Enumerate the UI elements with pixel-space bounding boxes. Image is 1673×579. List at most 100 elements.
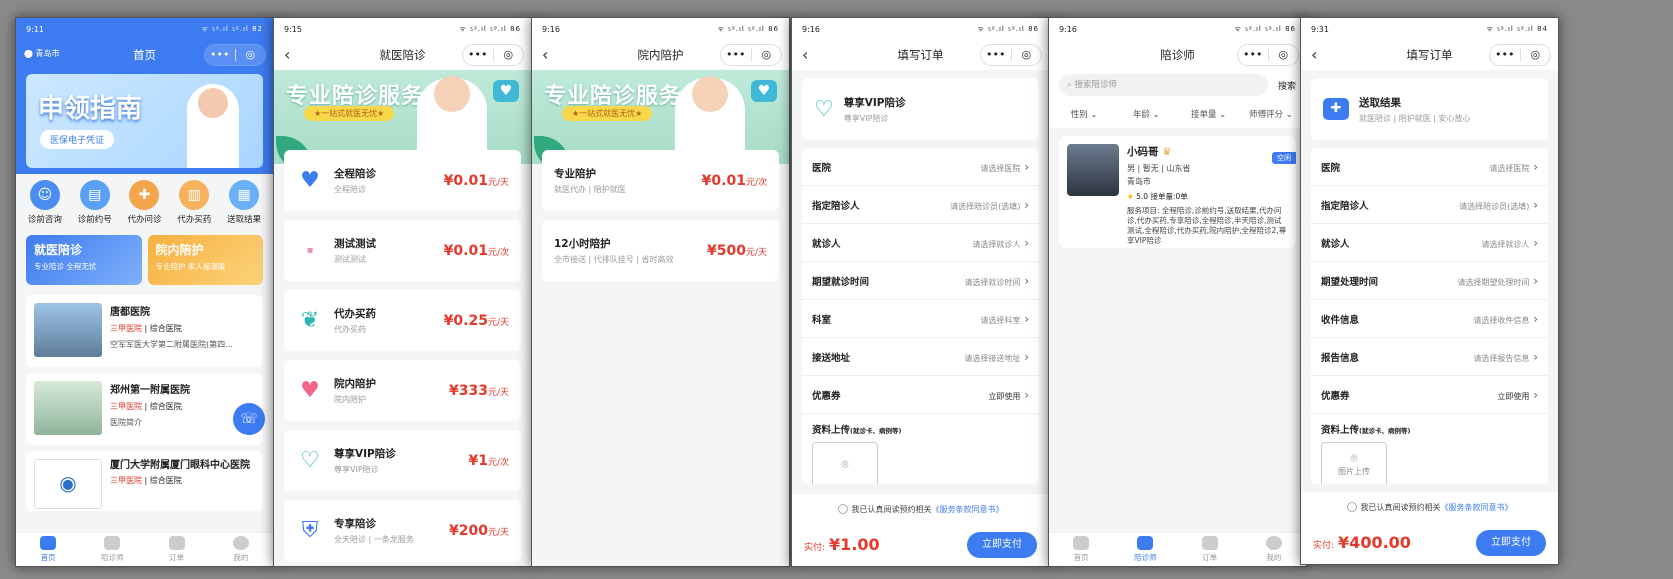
field-value: 请选择就诊时间	[964, 274, 1029, 288]
service-item[interactable]: 12小时陪护 全市接送 | 代排队挂号 | 省时高效 ¥500元/天	[542, 220, 779, 281]
field-visit-time[interactable]: 期望就诊时间 请选择就诊时间	[802, 262, 1039, 300]
field-address[interactable]: 接送地址 请选择接送地址	[802, 338, 1039, 376]
field-report[interactable]: 报告信息 请选择报告信息	[1311, 338, 1548, 376]
field-recipient[interactable]: 收件信息 请选择收件信息	[1311, 300, 1548, 338]
close-miniapp-icon[interactable]: ◎	[1269, 45, 1299, 65]
terms-agreement[interactable]: 我已认真阅读预约相关《服务条款同意书》	[792, 494, 1049, 515]
back-icon[interactable]: ‹	[542, 45, 548, 64]
field-escort[interactable]: 指定陪诊人 请选择陪诊员(选填)	[802, 186, 1039, 224]
promo-escort[interactable]: 就医陪诊 专业陪诊 全程无忧	[26, 235, 142, 285]
banner-button[interactable]: 医保电子凭证	[40, 130, 115, 149]
service-item[interactable]: ♥ 院内陪护 院内陪护 ¥333元/天	[284, 360, 521, 421]
tab-orders[interactable]: 订单	[1178, 533, 1242, 566]
service-item[interactable]: 专业陪护 就医代办 | 陪护就医 ¥0.01元/次	[542, 150, 779, 211]
field-value: 请选择科室	[980, 312, 1029, 326]
filter-age[interactable]: 年龄 ⌄	[1115, 108, 1177, 120]
filter-bar: 性别 ⌄ 年龄 ⌄ 接单量 ⌄ 师傅评分 ⌄	[1049, 100, 1306, 128]
service-price: ¥200元/天	[448, 522, 509, 539]
field-label: 期望就诊时间	[812, 276, 870, 288]
terms-agreement[interactable]: 我已认真阅读预约相关《服务条款同意书》	[1301, 492, 1558, 513]
agree-checkbox[interactable]	[1346, 502, 1357, 512]
field-hospital[interactable]: 医院 请选择医院	[802, 148, 1039, 186]
quick-action[interactable]: ▦ 送取结果	[219, 180, 269, 225]
service-item[interactable]: ❦ 代办买药 代办买药 ¥0.25元/天	[284, 290, 521, 351]
back-icon[interactable]: ‹	[284, 45, 290, 64]
camera-icon[interactable]: ⌾	[812, 442, 878, 484]
field-label: 医院	[812, 162, 832, 174]
guide-banner[interactable]: 申领指南 医保电子凭证	[26, 74, 263, 168]
more-icon[interactable]: •••	[463, 45, 493, 65]
service-price: ¥0.25元/天	[443, 312, 509, 329]
field-department[interactable]: 科室 请选择科室	[802, 300, 1039, 338]
field-patient[interactable]: 就诊人 请选择就诊人	[1311, 224, 1548, 262]
pay-button[interactable]: 立即支付	[1476, 530, 1546, 556]
service-name: 院内陪护	[334, 378, 376, 390]
tab-mine[interactable]: 我的	[209, 533, 273, 566]
service-item[interactable]: ⛨ 专享陪诊 全天陪诊 | 一条龙服务 ¥200元/天	[284, 500, 521, 561]
agree-checkbox[interactable]	[837, 504, 848, 514]
more-icon[interactable]: •••	[1238, 45, 1268, 65]
service-sub: 全市接送 | 代排队挂号 | 省时高效	[554, 255, 674, 264]
close-miniapp-icon[interactable]: ◎	[1012, 45, 1042, 65]
field-hospital[interactable]: 医院 请选择医院	[1311, 148, 1548, 186]
search-input[interactable]: ⌕ 搜索陪诊师	[1059, 74, 1268, 96]
more-icon[interactable]: •••	[205, 45, 235, 65]
back-icon[interactable]: ‹	[802, 45, 808, 64]
field-patient[interactable]: 就诊人 请选择就诊人	[802, 224, 1039, 262]
pill-box-icon: ▥	[179, 180, 210, 210]
service-item[interactable]: ♡ 尊享VIP陪诊 尊享VIP陪诊 ¥1元/次	[284, 430, 521, 491]
quick-action[interactable]: ▥ 代办买药	[169, 180, 219, 225]
close-miniapp-icon[interactable]: ◎	[1521, 45, 1551, 65]
search-button[interactable]: 搜索	[1278, 79, 1296, 92]
more-icon[interactable]: •••	[1490, 45, 1520, 65]
hospital-card[interactable]: ◉ 厦门大学附属厦门眼科中心医院 三甲医院 | 综合医院	[26, 451, 263, 511]
filter-orders[interactable]: 接单量 ⌄	[1178, 108, 1240, 120]
image-upload-box[interactable]: ⌾ 图片上传	[1321, 442, 1387, 484]
agree-text: 我已认真阅读预约相关	[851, 505, 932, 514]
pay-button[interactable]: 立即支付	[967, 532, 1037, 558]
status-icons: ᯤ ₅ᵍ.ıl ₅ᵍ.ıl 86	[1234, 24, 1296, 33]
terms-link[interactable]: 《服务条款同意书》	[1441, 503, 1513, 512]
pay-bar: 我已认真阅读预约相关《服务条款同意书》 实付: ¥400.00 立即支付	[1301, 492, 1558, 564]
service-item[interactable]: ♥ 全程陪诊 全程陪诊 ¥0.01元/天	[284, 150, 521, 211]
field-escort[interactable]: 指定陪诊人 请选择陪诊员(选填)	[1311, 186, 1548, 224]
close-miniapp-icon[interactable]: ◎	[494, 45, 524, 65]
order-icon	[1201, 536, 1218, 550]
tab-escort[interactable]: 陪诊师	[1113, 533, 1177, 566]
back-icon[interactable]: ‹	[1311, 45, 1317, 64]
field-coupon[interactable]: 优惠券 立即使用	[1311, 376, 1548, 414]
more-icon[interactable]: •••	[721, 45, 751, 65]
filter-gender[interactable]: 性别 ⌄	[1053, 108, 1115, 120]
filter-rating[interactable]: 师傅评分 ⌄	[1240, 108, 1302, 120]
hospital-card[interactable]: 唐都医院 三甲医院 | 综合医院 空军军医大学第二附属医院(第四...	[26, 295, 263, 367]
city-selector[interactable]: ⬤ 青岛市	[24, 48, 60, 59]
promo-care[interactable]: 院内陪护 专业陪护 家人般温暖	[147, 235, 263, 285]
tab-home[interactable]: 首页	[1049, 533, 1113, 566]
quick-action[interactable]: ☺ 诊前咨询	[20, 180, 70, 225]
tab-mine[interactable]: 我的	[1242, 533, 1306, 566]
inpatient-care-screen: 9:16 ᯤ ₅ᵍ.ıl ₅ᵍ.ıl 86 ‹ 院内陪护 ••• ◎ 专业陪诊服务 ★一…	[531, 17, 790, 567]
hospital-level: 三甲医院	[110, 402, 142, 411]
tab-escort[interactable]: 陪诊师	[80, 533, 144, 566]
service-item[interactable]: ▪ 测试测试 测试测试 ¥0.01元/次	[284, 220, 521, 281]
service-sub: 尊享VIP陪诊	[843, 113, 889, 123]
quick-action[interactable]: ▤ 诊前约号	[70, 180, 120, 225]
escort-card[interactable]: 小码哥 ♛ 男 | 暂无 | 山东省 青岛市 ★ 5.0 接单量:0单 服务项目…	[1059, 136, 1296, 248]
heart-icon: ♥	[300, 378, 320, 403]
medicine-icon: ✚	[129, 180, 160, 210]
escort-icon	[104, 536, 121, 550]
close-miniapp-icon[interactable]: ◎	[752, 45, 782, 65]
banner-subtitle: ★一站式就医无忧★	[562, 106, 653, 121]
field-coupon[interactable]: 优惠券 立即使用	[802, 376, 1039, 414]
quick-action[interactable]: ✚ 代办问诊	[120, 180, 170, 225]
close-miniapp-icon[interactable]: ◎	[236, 45, 266, 65]
terms-link[interactable]: 《服务条款同意书》	[932, 505, 1004, 514]
more-icon[interactable]: •••	[981, 45, 1011, 65]
customer-service-icon[interactable]: ☏	[233, 403, 265, 435]
tab-home[interactable]: 首页	[16, 533, 80, 566]
field-value: 请选择接送地址	[964, 350, 1029, 364]
status-time: 9:15	[284, 24, 302, 34]
hospital-card[interactable]: 郑州第一附属医院 三甲医院 | 综合医院 医院简介 ☏	[26, 373, 265, 445]
tab-orders[interactable]: 订单	[145, 533, 209, 566]
field-process-time[interactable]: 期望处理时间 请选择期望处理时间	[1311, 262, 1548, 300]
